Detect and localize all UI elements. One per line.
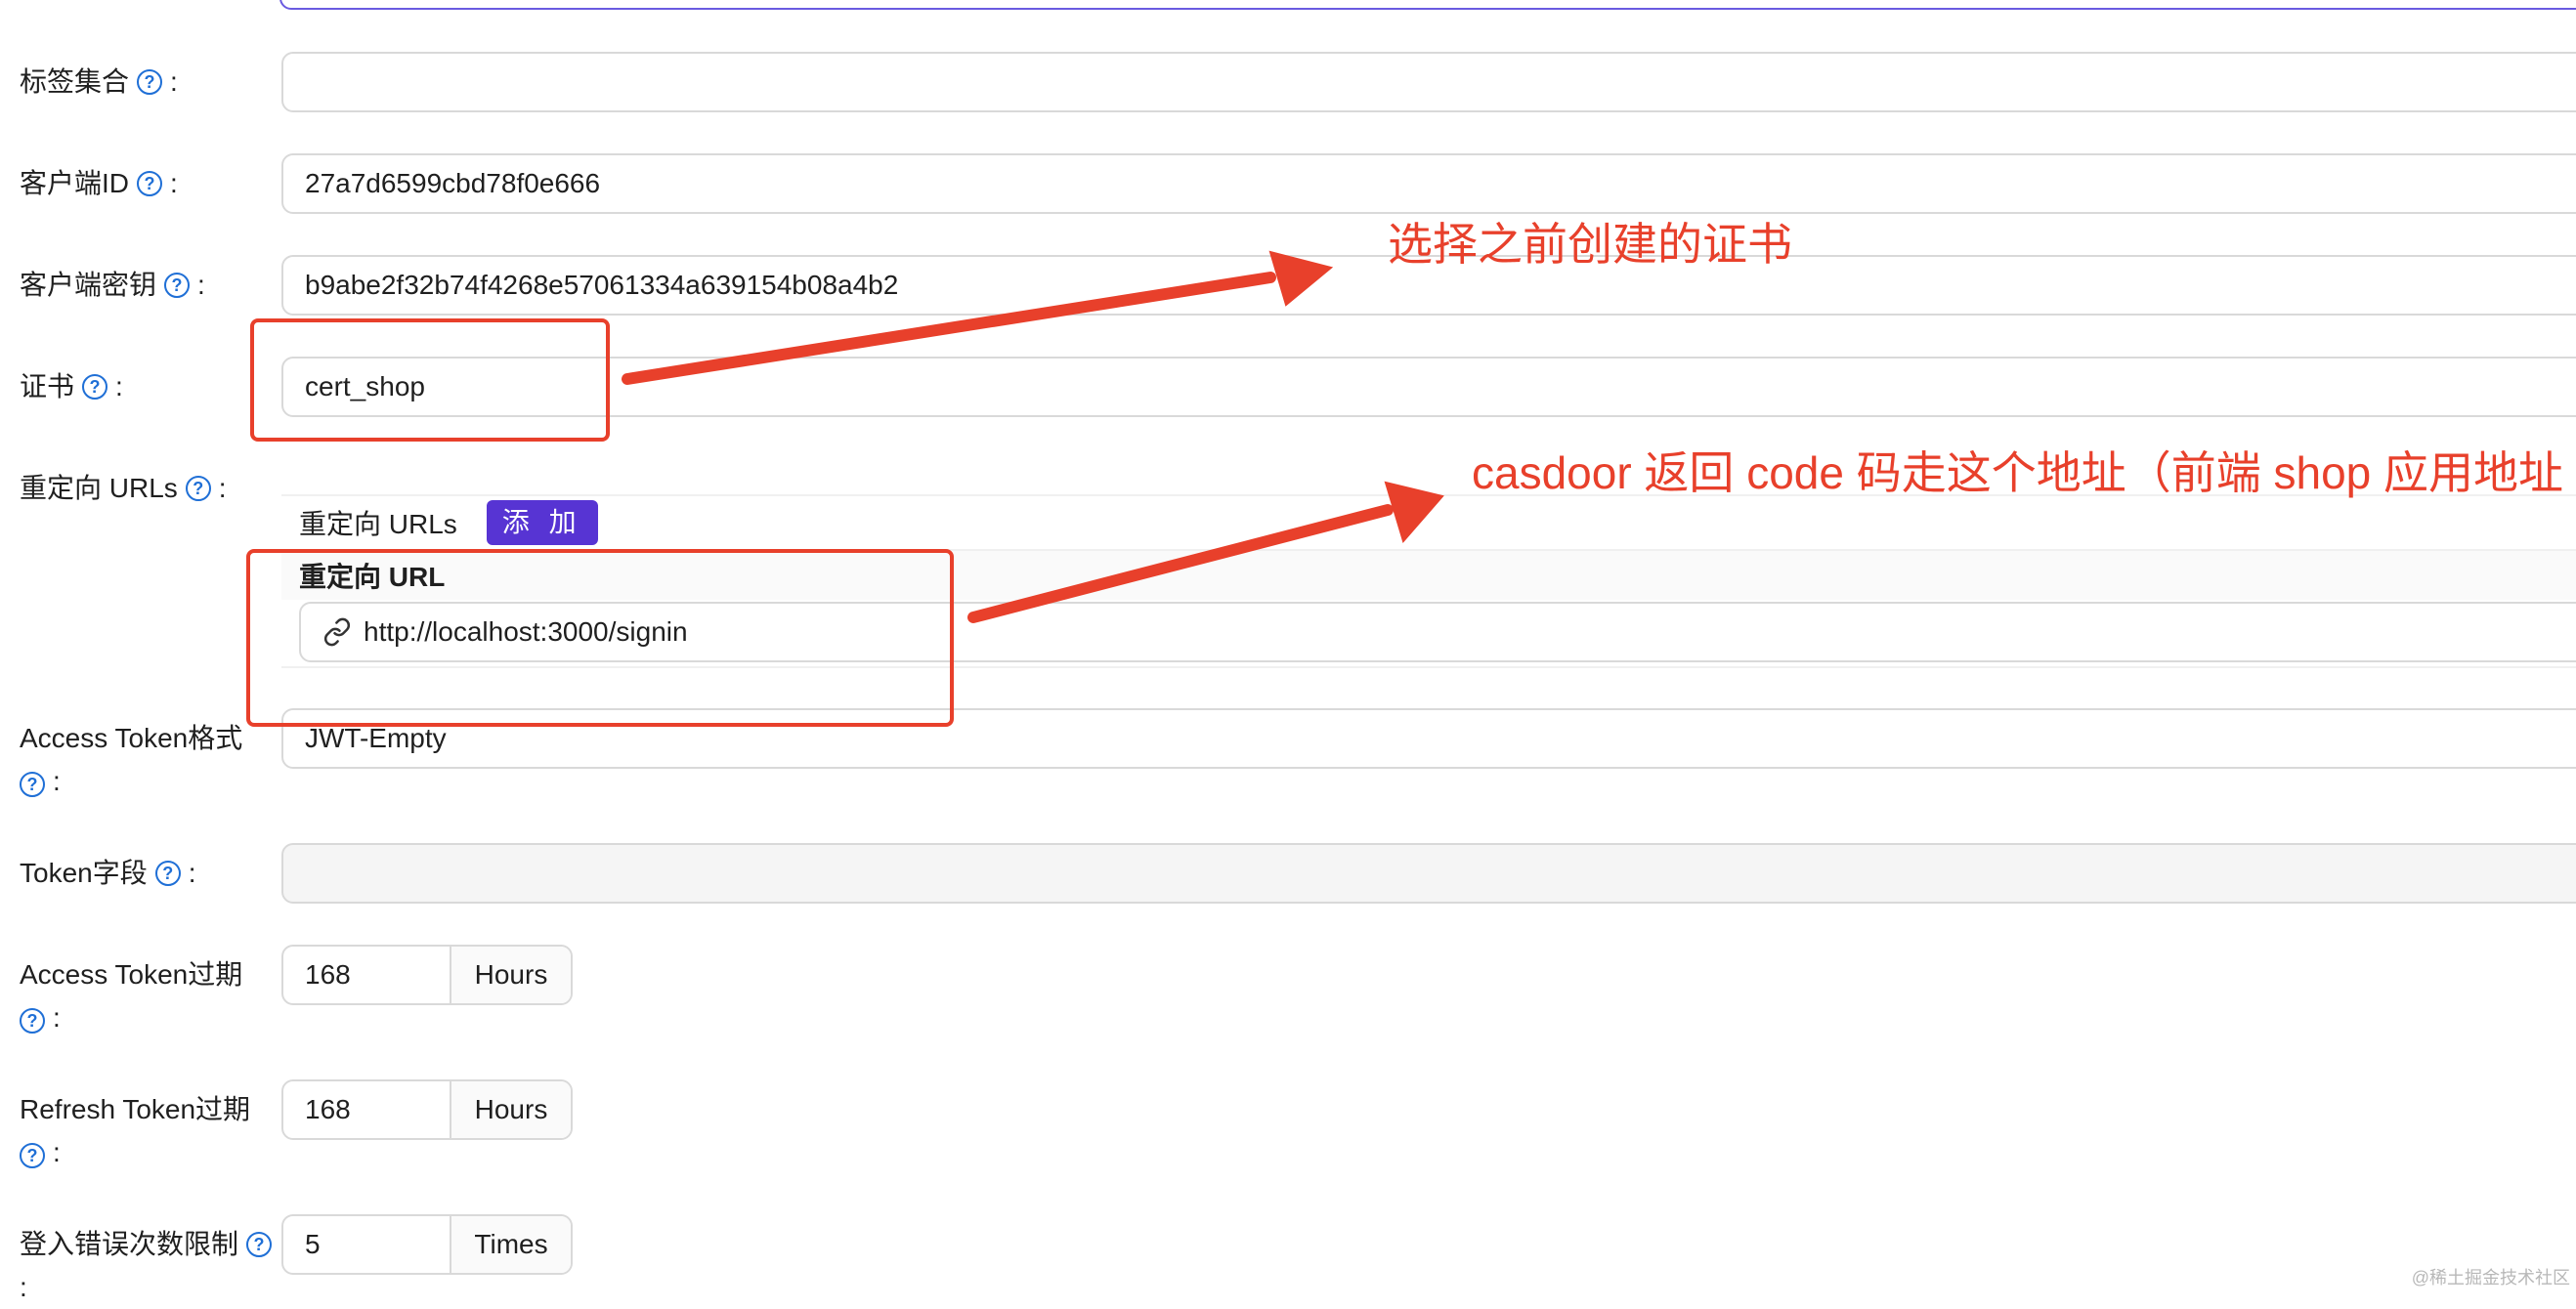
redirect-arrow-head — [1384, 481, 1444, 544]
watermark: @稀土掘金技术社区 — [2411, 1268, 2570, 1288]
redirect-arrow-shaft — [967, 504, 1394, 623]
cert-arrow-shaft — [622, 272, 1276, 385]
annotation-arrows — [622, 250, 1444, 623]
cert-annotation-text: 选择之前创建的证书 — [1388, 219, 1792, 270]
redirect-annotation-text: casdoor 返回 code 码走这个地址（前端 shop 应用地址 — [1472, 447, 2564, 498]
cert-arrow-head — [1268, 250, 1334, 307]
